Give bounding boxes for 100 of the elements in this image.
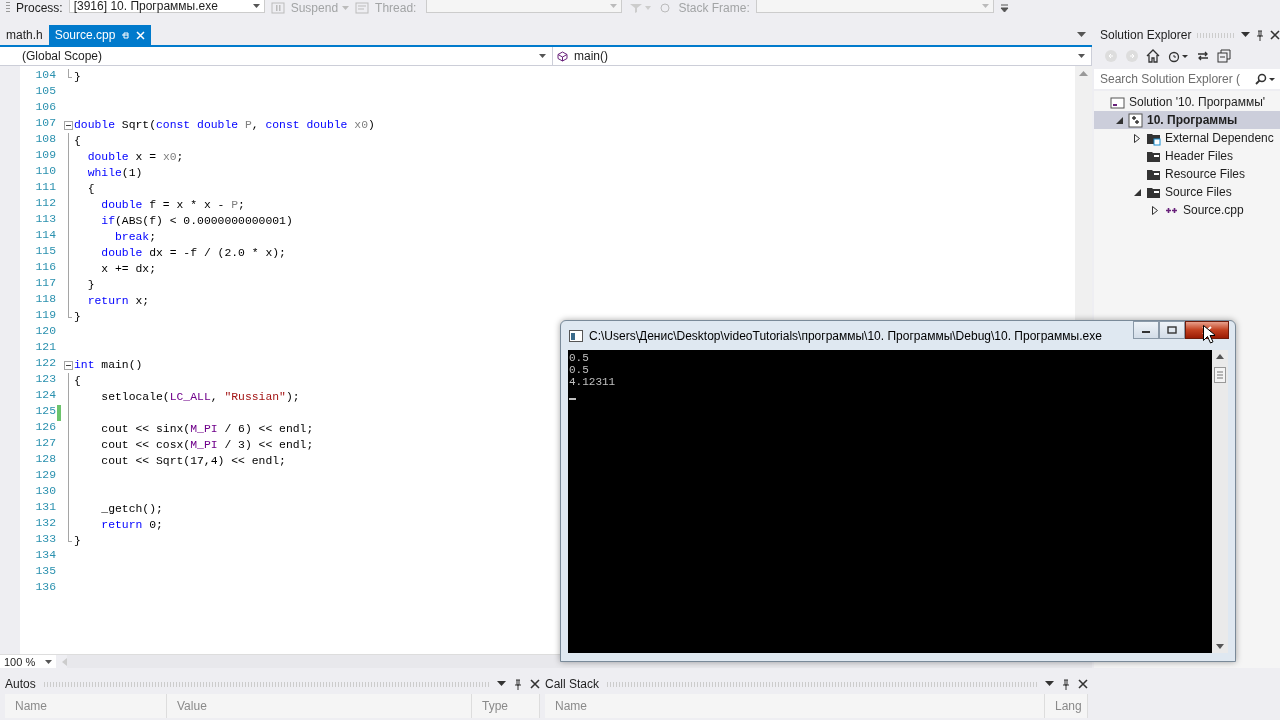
code-line: return x; [86,295,150,309]
line-number: 106 [34,101,56,115]
line-number: 123 [34,373,56,387]
line-number: 113 [34,213,56,227]
thread-icon [355,2,370,14]
line-number: 128 [34,453,56,467]
search-field[interactable]: Search Solution Explorer ( [1094,69,1280,89]
code-line: return 0; [100,519,163,533]
line-number: 104 [34,69,56,83]
pin-icon[interactable] [514,678,522,690]
scroll-up-arrow-icon[interactable] [1216,354,1224,359]
maximize-button[interactable] [1159,321,1185,339]
line-number: 110 [34,165,56,179]
tree-item[interactable]: External Dependenc [1094,129,1280,147]
tree-item[interactable]: Solution '10. Программы' [1094,93,1280,111]
line-number: 136 [34,581,56,595]
dropdown-arrow-icon [539,54,546,58]
solution-icon [1110,94,1125,110]
code-line: while(1) [86,167,143,181]
tab-list-arrow-icon[interactable] [1077,32,1086,38]
code-line: { [74,135,81,149]
collapse-all-icon[interactable] [1217,49,1231,63]
collapse-icon[interactable] [64,361,73,370]
code-line: double Sqrt(const double P, const double x0) [74,119,375,133]
process-dropdown[interactable]: [3916] 10. Программы.exe [68,0,265,13]
scroll-thumb-icon[interactable] [1214,367,1226,383]
code-line: { [86,183,95,197]
pin-icon[interactable] [1256,29,1264,41]
zoom-dropdown[interactable]: 100 % [0,655,56,668]
code-line: } [74,71,81,85]
scroll-down-arrow-icon[interactable] [1216,644,1224,649]
panel-title: Autos [5,677,36,691]
line-number: 126 [34,421,56,435]
line-number: 105 [34,85,56,99]
sync-arrows-icon[interactable] [1196,49,1210,63]
line-number: 112 [34,197,56,211]
code-line: _getch(); [100,503,163,517]
tree-item[interactable]: 10. Программы [1094,111,1280,129]
collapsed-arrow-icon[interactable] [1134,133,1140,143]
code-line: } [74,535,81,549]
code-line: double x = x0; [86,151,184,165]
history-clock-icon[interactable] [1167,49,1189,63]
window-title: C:\Users\Денис\Desktop\videoTutorials\программы\10. Программы\Debug\10. Программы.exe [589,328,1102,343]
line-number: 124 [34,389,56,403]
line-number: 132 [34,517,56,531]
line-number: 118 [34,293,56,307]
code-line: x += dx; [100,263,157,277]
line-number: 108 [34,133,56,147]
tree-item[interactable]: Source Files [1094,183,1280,201]
expanded-arrow-icon[interactable] [1115,116,1123,124]
pin-icon[interactable] [1062,678,1070,690]
collapsed-arrow-icon[interactable] [1152,205,1158,215]
editor-tab[interactable]: math.h [0,25,49,45]
code-line: cout << cosx(M_PI / 3) << endl; [100,439,314,453]
line-number: 135 [34,565,56,579]
stack-frame-label: Stack Frame: [678,1,750,15]
line-number: 120 [34,325,56,339]
expanded-arrow-icon[interactable] [1133,188,1141,196]
code-line: int main() [74,359,143,373]
home-icon[interactable] [1146,49,1160,63]
member-dropdown[interactable]: main() [553,47,1092,65]
dropdown-arrow-icon[interactable] [1241,32,1250,38]
close-icon[interactable] [530,679,540,689]
dropdown-arrow-icon [342,6,350,10]
mouse-pointer-icon [1203,325,1215,344]
pause-icon [270,2,285,14]
dropdown-arrow-icon[interactable] [497,681,506,687]
dropdown-arrow-icon[interactable] [1045,681,1054,687]
code-line: cout << sinx(M_PI / 6) << endl; [100,423,314,437]
close-icon[interactable] [1270,30,1280,40]
dropdown-arrow-icon [252,4,260,8]
console-output-line: 4.12311 [569,376,617,388]
line-number: 122 [34,357,56,371]
tree-item[interactable]: Header Files [1094,147,1280,165]
line-number: 133 [34,533,56,547]
tree-item[interactable]: Source.cpp [1094,201,1280,219]
toolbar-overflow-icon[interactable] [999,3,1009,13]
dropdown-arrow-icon [1078,54,1085,58]
console-window-icon [569,329,583,342]
line-number: 114 [34,229,56,243]
editor-tab[interactable]: Source.cpp [48,25,152,45]
close-icon[interactable] [1078,679,1088,689]
line-number: 121 [34,341,56,355]
dropdown-arrow-icon [981,4,989,8]
line-number: 131 [34,501,56,515]
process-label: Process: [16,1,63,15]
collapse-icon[interactable] [64,121,73,130]
pin-icon[interactable] [121,30,131,40]
console-output-line: 0.5 [569,352,590,364]
line-number: 115 [34,245,56,259]
line-number: 111 [34,181,56,195]
minimize-button[interactable] [1133,321,1159,339]
search-icon[interactable] [1254,73,1276,85]
code-line: double dx = -f / (2.0 * x); [100,247,286,261]
code-line: cout << Sqrt(17,4) << endl; [100,455,286,469]
line-number: 129 [34,469,56,483]
console-output-line: 0.5 [569,364,590,376]
tree-item[interactable]: Resource Files [1094,165,1280,183]
thread-label: Thread: [375,1,417,15]
scope-dropdown[interactable]: (Global Scope) [0,47,553,65]
